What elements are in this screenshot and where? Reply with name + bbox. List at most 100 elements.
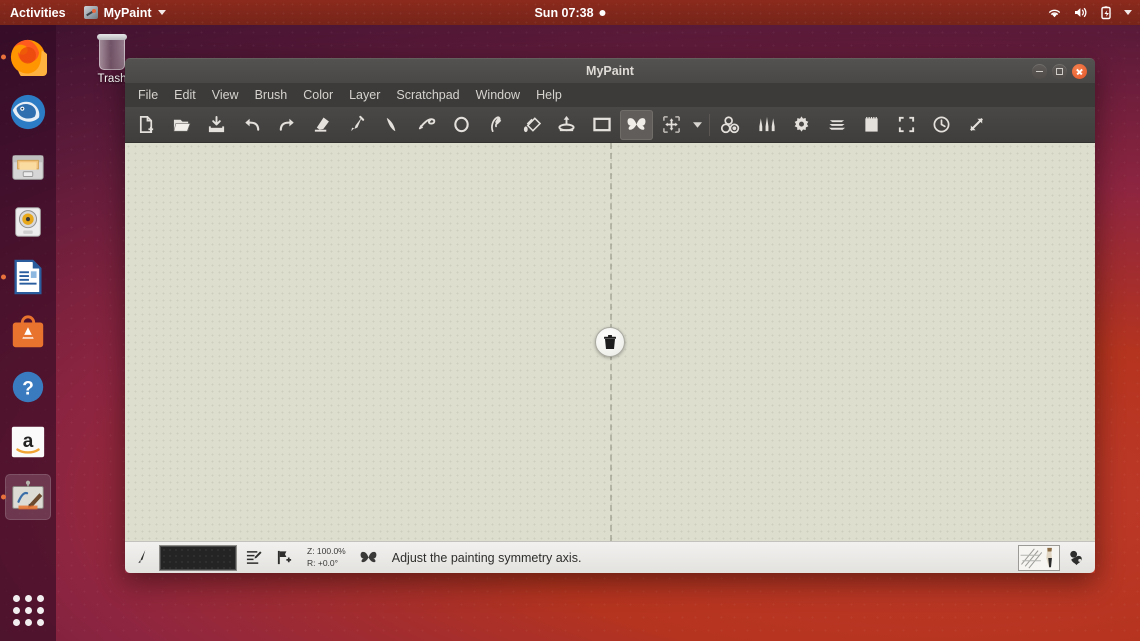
redo-icon[interactable] [270, 110, 303, 140]
move-layer-icon[interactable] [550, 110, 583, 140]
ubuntu-software-icon [12, 315, 44, 348]
edit-brush-icon[interactable] [241, 545, 267, 571]
brush-icon[interactable] [129, 545, 155, 571]
freehand-icon[interactable] [410, 110, 443, 140]
thunderbird-icon [10, 94, 46, 130]
color-swatch[interactable] [159, 544, 237, 571]
rotation-label: R: +0.0° [307, 557, 339, 568]
line-tool-icon[interactable] [375, 110, 408, 140]
scratchpad-icon[interactable] [855, 110, 888, 140]
activities-button[interactable]: Activities [0, 6, 78, 20]
gnome-top-bar: Activities MyPaint Sun 07:38 [0, 0, 1140, 25]
trash-label: Trash [97, 73, 127, 85]
menu-file[interactable]: File [131, 85, 165, 105]
symmetry-icon[interactable] [620, 109, 653, 140]
minimize-button[interactable] [1032, 64, 1047, 79]
menu-layer[interactable]: Layer [342, 85, 387, 105]
undo-icon[interactable] [235, 110, 268, 140]
new-document-icon[interactable] [130, 110, 163, 140]
grid-dot-icon [24, 594, 32, 602]
transform-icon[interactable] [655, 110, 688, 140]
grid-dot-icon [36, 618, 44, 626]
menu-help[interactable]: Help [529, 85, 569, 105]
brush-selector-icon[interactable] [750, 110, 783, 140]
close-button[interactable] [1072, 64, 1087, 79]
dock-item-ubuntu-software[interactable] [5, 309, 51, 355]
main-toolbar [125, 107, 1095, 143]
firefox-icon [10, 39, 47, 76]
grid-dot-icon [36, 606, 44, 614]
system-indicators[interactable] [1047, 5, 1132, 20]
clock-button[interactable]: Sun 07:38 [534, 5, 606, 20]
clock-label: Sun 07:38 [534, 5, 594, 20]
add-marker-icon[interactable] [271, 545, 297, 571]
ubuntu-dock: ? a [0, 25, 56, 641]
drawing-canvas[interactable] [125, 143, 1095, 541]
dock-item-libreoffice-writer[interactable] [1, 254, 51, 300]
mypaint-icon [12, 480, 44, 510]
layers-icon[interactable] [820, 110, 853, 140]
app-menu-label: MyPaint [103, 5, 152, 20]
dock-item-amazon[interactable]: a [5, 419, 51, 465]
menu-brush[interactable]: Brush [248, 85, 295, 105]
window-controls [1032, 59, 1087, 84]
grid-dot-icon [12, 606, 20, 614]
trash-icon [97, 32, 127, 70]
canvas-zoom-info: Z: 100.0% R: +0.0° [301, 546, 352, 569]
battery-icon[interactable] [1100, 5, 1113, 20]
save-document-icon[interactable] [200, 110, 233, 140]
menu-window[interactable]: Window [469, 85, 527, 105]
files-icon [12, 155, 44, 180]
statusbar-right-group [1018, 544, 1091, 571]
status-bar: Z: 100.0% R: +0.0° Adjust the painting s… [125, 541, 1095, 573]
grid-dot-icon [24, 618, 32, 626]
svg-text:?: ? [22, 379, 34, 400]
frame-icon[interactable] [585, 110, 618, 140]
dock-item-firefox[interactable] [1, 34, 51, 80]
menu-view[interactable]: View [205, 85, 246, 105]
inking-icon[interactable] [480, 110, 513, 140]
wifi-icon[interactable] [1047, 6, 1062, 19]
fullscreen-icon[interactable] [890, 110, 923, 140]
app-menu-button[interactable]: MyPaint [78, 6, 172, 20]
maximize-button[interactable] [1052, 64, 1067, 79]
ellipse-icon[interactable] [445, 110, 478, 140]
grid-dot-icon [36, 594, 44, 602]
volume-icon[interactable] [1073, 6, 1089, 19]
window-titlebar[interactable]: MyPaint [125, 58, 1095, 83]
dock-item-help[interactable]: ? [5, 364, 51, 410]
delete-symmetry-axis-icon[interactable] [595, 327, 625, 357]
status-symmetry-icon [356, 545, 382, 571]
dock-item-thunderbird[interactable] [5, 89, 51, 135]
history-icon[interactable] [925, 110, 958, 140]
dock-item-files[interactable] [5, 144, 51, 190]
menu-scratchpad[interactable]: Scratchpad [389, 85, 466, 105]
toolbar-separator [709, 113, 710, 136]
toolbar-overflow-caret-down-icon[interactable] [689, 110, 705, 140]
expand-icon[interactable] [960, 110, 993, 140]
menu-bar: File Edit View Brush Color Layer Scratch… [125, 83, 1095, 107]
brush-settings-icon[interactable] [785, 110, 818, 140]
mypaint-window: MyPaint File Edit View Brush Color Layer… [125, 58, 1095, 573]
amazon-icon: a [11, 426, 45, 458]
open-document-icon[interactable] [165, 110, 198, 140]
eraser-icon[interactable] [305, 110, 338, 140]
chevron-down-icon[interactable] [1124, 10, 1132, 15]
zoom-label: Z: 100.0% [307, 546, 346, 557]
grid-dot-icon [24, 606, 32, 614]
status-message: Adjust the painting symmetry axis. [391, 550, 582, 565]
chevron-down-icon [157, 10, 166, 15]
show-applications-button[interactable] [5, 587, 51, 633]
dock-item-mypaint[interactable] [1, 474, 51, 520]
paintbrush-icon[interactable] [340, 110, 373, 140]
grid-dot-icon [12, 618, 20, 626]
help-icon: ? [12, 371, 44, 403]
color-selector-icon[interactable] [715, 110, 748, 140]
dock-item-rhythmbox[interactable] [5, 199, 51, 245]
brush-preview-icon[interactable] [1018, 544, 1060, 571]
flood-fill-icon[interactable] [515, 110, 548, 140]
color-picker-icon[interactable] [1063, 545, 1089, 571]
menu-edit[interactable]: Edit [167, 85, 203, 105]
mypaint-icon [83, 6, 98, 19]
menu-color[interactable]: Color [296, 85, 340, 105]
